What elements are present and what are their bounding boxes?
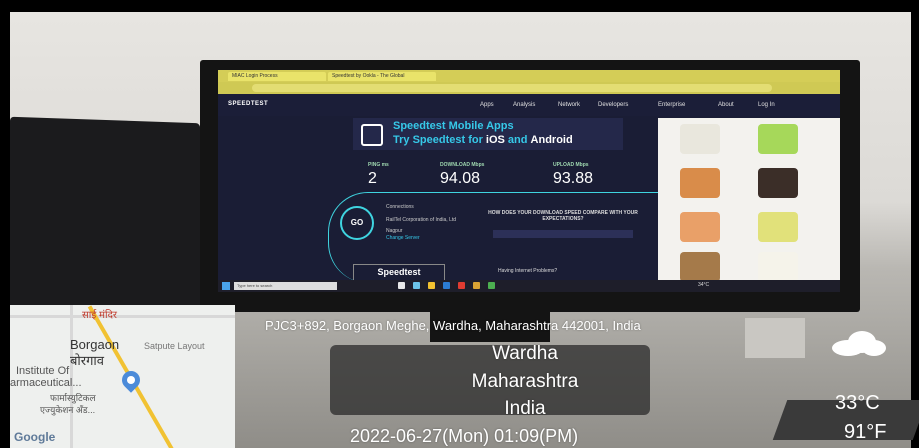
shirt-image — [758, 124, 798, 154]
app-icon[interactable] — [443, 282, 450, 289]
side-monitor — [10, 116, 200, 324]
nav-item[interactable]: Enterprise — [658, 102, 685, 108]
nav-item[interactable]: Log In — [758, 102, 775, 108]
google-logo: Google — [14, 430, 56, 444]
upload-metric: UPLOAD Mbps 93.88 — [553, 162, 643, 188]
trousers-image — [680, 252, 720, 282]
download-label: DOWNLOAD Mbps — [440, 162, 485, 168]
app-icon[interactable] — [488, 282, 495, 289]
geo-country: India — [504, 398, 546, 419]
browser-tab-bar: MIAC Login Process Speedtest by Ookla - … — [218, 70, 840, 82]
app-icon[interactable] — [398, 282, 405, 289]
address-bar — [218, 82, 840, 94]
speedtest-logo[interactable]: SPEEDTEST — [228, 101, 268, 107]
ad-panel[interactable] — [658, 118, 840, 292]
shirt-image — [680, 124, 720, 154]
taskbar-search[interactable]: Type here to search — [234, 282, 337, 290]
banner-sub-android: Android — [530, 134, 573, 146]
connections-label: Connections — [386, 204, 414, 210]
map-pharma: armaceutical... — [10, 377, 82, 389]
monitor-screen: MIAC Login Process Speedtest by Ookla - … — [218, 70, 840, 292]
frame-left — [0, 0, 10, 448]
map-inset[interactable]: साई मंदिर Borgaon बोरगाव Satpute Layout … — [10, 305, 235, 448]
shirt-image — [758, 168, 798, 198]
map-place-hi: बोरगाव — [70, 353, 105, 368]
nav-item[interactable]: Apps — [480, 102, 494, 108]
geo-address: PJC3+892, Borgaon Meghe, Wardha, Maharas… — [265, 318, 641, 333]
nav-item[interactable]: About — [718, 102, 734, 108]
connection-info: Connections RailTel Corporation of India… — [386, 204, 466, 242]
server-name: Nagpur — [386, 228, 403, 234]
map-edu-hi: एज्युकेशन अँड... — [40, 405, 96, 415]
site-nav: SPEEDTEST Apps Analysis Network Develope… — [218, 94, 840, 116]
map-label-temple: साई मंदिर — [82, 310, 118, 321]
banner-sub-ios: iOS — [485, 134, 505, 146]
download-value: 94.08 — [440, 170, 481, 187]
mobile-apps-banner[interactable]: Speedtest Mobile Apps Try Speedtest for … — [353, 118, 623, 150]
cloud-icon — [832, 331, 886, 356]
map-layout: Satpute Layout — [144, 341, 205, 351]
map-pin-dot — [125, 374, 137, 386]
browser-tab[interactable]: MIAC Login Process — [228, 72, 326, 81]
problem-text: Having Internet Problems? — [498, 268, 558, 274]
go-button[interactable]: GO — [340, 206, 374, 240]
app-icon[interactable] — [458, 282, 465, 289]
banner-sub-and: and — [504, 134, 531, 146]
change-server-link[interactable]: Change Server — [386, 235, 466, 242]
shirt-image — [758, 212, 798, 242]
shirt-image — [680, 212, 720, 242]
frame-top — [0, 0, 919, 12]
app-icon[interactable] — [473, 282, 480, 289]
taskbar-weather: 34°C — [698, 282, 710, 288]
upload-label: UPLOAD Mbps — [553, 162, 589, 168]
geo-state: Maharashtra — [471, 371, 579, 392]
expectation-question: HOW DOES YOUR DOWNLOAD SPEED COMPARE WIT… — [488, 210, 638, 222]
speedometer-icon — [361, 124, 383, 146]
browser-tab[interactable]: Speedtest by Ookla - The Global — [328, 72, 436, 81]
shirt-image — [758, 252, 798, 282]
map-place-en: Borgaon — [70, 337, 120, 352]
upload-value: 93.88 — [553, 170, 594, 187]
banner-sub-prefix: Try Speedtest for — [393, 134, 486, 146]
rating-scale[interactable] — [493, 230, 633, 238]
map-road — [10, 315, 235, 318]
nav-item[interactable]: Developers — [598, 102, 628, 108]
isp-name: RailTel Corporation of India, Ltd — [386, 217, 457, 223]
frame-right — [911, 0, 919, 448]
app-icon[interactable] — [428, 282, 435, 289]
map-institute: Institute Of — [16, 365, 70, 377]
url-field[interactable] — [252, 84, 772, 92]
temperature-fahrenheit: 91°F — [844, 421, 887, 443]
banner-subtitle: Try Speedtest for iOS and Android — [393, 134, 573, 146]
taskbar: Type here to search 34°C — [218, 280, 840, 292]
download-metric: DOWNLOAD Mbps 94.08 — [440, 162, 530, 188]
nav-item[interactable]: Analysis — [513, 102, 535, 108]
nav-item[interactable]: Network — [558, 102, 580, 108]
temperature-celsius: 33°C — [835, 392, 880, 414]
speedtest-content: Speedtest Mobile Apps Try Speedtest for … — [328, 118, 659, 292]
app-icon[interactable] — [413, 282, 420, 289]
geo-city: Wardha — [492, 343, 558, 364]
banner-title: Speedtest Mobile Apps — [393, 120, 514, 132]
shirt-image — [680, 168, 720, 198]
geo-datetime: 2022-06-27(Mon) 01:09(PM) — [350, 426, 579, 446]
windows-start-icon[interactable] — [222, 282, 230, 290]
